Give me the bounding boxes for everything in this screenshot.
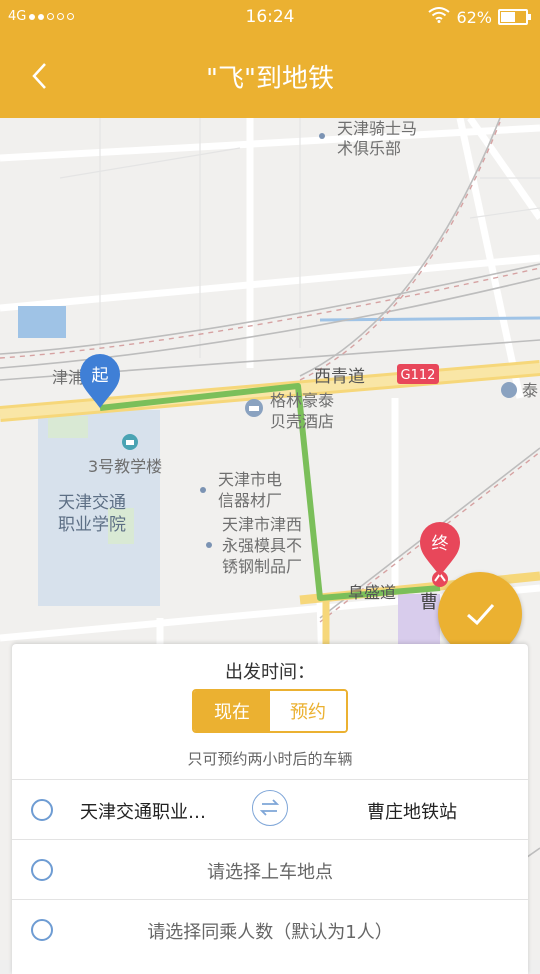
tab-reserve[interactable]: 预约 xyxy=(270,691,346,731)
time-mode-toggle: 现在 预约 xyxy=(192,689,348,733)
map-label-fusheng-road: 阜盛道 xyxy=(348,583,396,602)
radio-route[interactable] xyxy=(31,799,53,821)
origin-text[interactable]: 天津交通职业… xyxy=(80,798,240,824)
map-label-hotel-1: 格林豪泰 xyxy=(270,391,334,410)
swap-icon xyxy=(259,799,280,816)
map-label-xiqing-road: 西青道 xyxy=(314,367,365,387)
wifi-icon xyxy=(428,7,451,27)
end-pin-label: 终 xyxy=(432,534,449,554)
trip-panel: 出发时间： 现在 预约 只可预约两小时后的车辆 天津交通职业… 曹庄地铁站 请选… xyxy=(12,644,528,974)
page-title: "飞"到地铁 xyxy=(206,64,334,94)
nav-bar: "飞"到地铁 xyxy=(0,36,540,118)
hotel-icon xyxy=(245,399,263,417)
passengers-placeholder[interactable]: 请选择同乘人数（默认为1人） xyxy=(12,918,528,944)
highway-label: G112 xyxy=(401,368,436,383)
pickup-row[interactable]: 请选择上车地点 xyxy=(12,839,528,900)
highway-shield: G112 xyxy=(397,364,439,384)
pickup-placeholder[interactable]: 请选择上车地点 xyxy=(12,858,528,884)
route-row[interactable]: 天津交通职业… 曹庄地铁站 xyxy=(12,779,528,840)
start-pin-label: 起 xyxy=(92,366,109,386)
map-label-electric-1: 天津市电 xyxy=(218,470,282,489)
map-label-steel-1: 天津市津西 xyxy=(222,515,302,534)
map-label-steel-2: 永强模具不 xyxy=(222,536,302,555)
map-label-electric-2: 信器材厂 xyxy=(218,491,282,510)
reservation-hint: 只可预约两小时后的车辆 xyxy=(187,750,353,768)
map-label-college-1: 天津交通 xyxy=(58,493,126,513)
tab-now[interactable]: 现在 xyxy=(194,691,270,731)
departure-time-label: 出发时间： xyxy=(225,662,315,683)
map-label-hotel-2: 贝壳酒店 xyxy=(270,412,334,431)
map-label-station: 曹 xyxy=(420,592,438,613)
status-bar: 4G 16:24 62% xyxy=(0,0,540,36)
poi-icon xyxy=(501,382,517,398)
school-icon xyxy=(122,434,138,450)
map-label-horse-club-2: 术俱乐部 xyxy=(337,139,401,158)
battery-percent: 62% xyxy=(456,7,492,27)
battery-icon xyxy=(498,9,531,25)
map-label-steel-3: 锈钢制品厂 xyxy=(222,557,302,576)
map-label-college-2: 职业学院 xyxy=(58,515,126,535)
map-label-jinpu: 津浦 xyxy=(52,368,84,387)
passengers-row[interactable]: 请选择同乘人数（默认为1人） xyxy=(12,899,528,960)
map-label-tai: 泰 xyxy=(522,381,538,400)
map-label-building3: 3号教学楼 xyxy=(88,457,162,476)
swap-button[interactable] xyxy=(252,790,288,826)
map-label-horse-club-1: 天津骑士马 xyxy=(337,119,417,138)
destination-text[interactable]: 曹庄地铁站 xyxy=(367,798,457,824)
